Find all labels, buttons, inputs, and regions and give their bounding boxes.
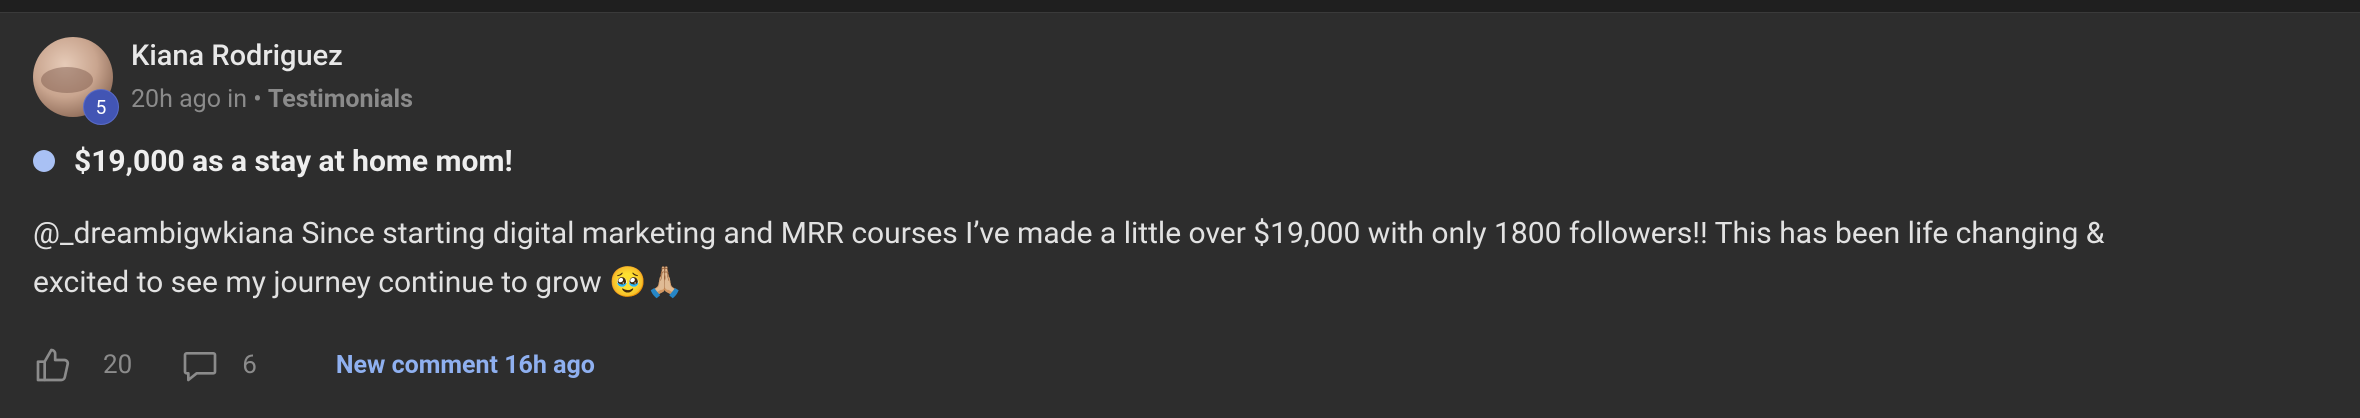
comment-icon bbox=[180, 345, 220, 385]
meta-separator: • bbox=[247, 85, 268, 114]
post-body[interactable]: @_dreambigwkiana Since starting digital … bbox=[33, 209, 2313, 307]
category-link[interactable]: Testimonials bbox=[268, 85, 413, 114]
comment-count: 6 bbox=[242, 350, 257, 380]
post-body-line: excited to see my journey continue to gr… bbox=[33, 265, 684, 300]
post-time: 20h ago in bbox=[131, 85, 248, 114]
post-title[interactable]: $19,000 as a stay at home mom! bbox=[74, 144, 513, 179]
post-card[interactable]: 5 Kiana Rodriguez 20h ago in • Testimoni… bbox=[0, 12, 2360, 418]
new-comment-link[interactable]: New comment 16h ago bbox=[336, 351, 595, 380]
comment-button[interactable]: 6 bbox=[180, 345, 257, 385]
author-name[interactable]: Kiana Rodriguez bbox=[131, 39, 343, 73]
post-actions: 20 6 New comment 16h ago bbox=[33, 337, 595, 393]
level-badge: 5 bbox=[83, 89, 119, 125]
avatar-wrap[interactable]: 5 bbox=[33, 37, 119, 125]
like-count: 20 bbox=[103, 350, 133, 380]
unread-dot bbox=[33, 150, 55, 172]
post-title-row[interactable]: $19,000 as a stay at home mom! bbox=[33, 141, 513, 181]
like-button[interactable]: 20 bbox=[33, 345, 132, 385]
thumbs-up-icon bbox=[33, 345, 73, 385]
post-body-line: @_dreambigwkiana Since starting digital … bbox=[33, 216, 2105, 251]
post-meta: 20h ago in • Testimonials bbox=[131, 85, 413, 114]
